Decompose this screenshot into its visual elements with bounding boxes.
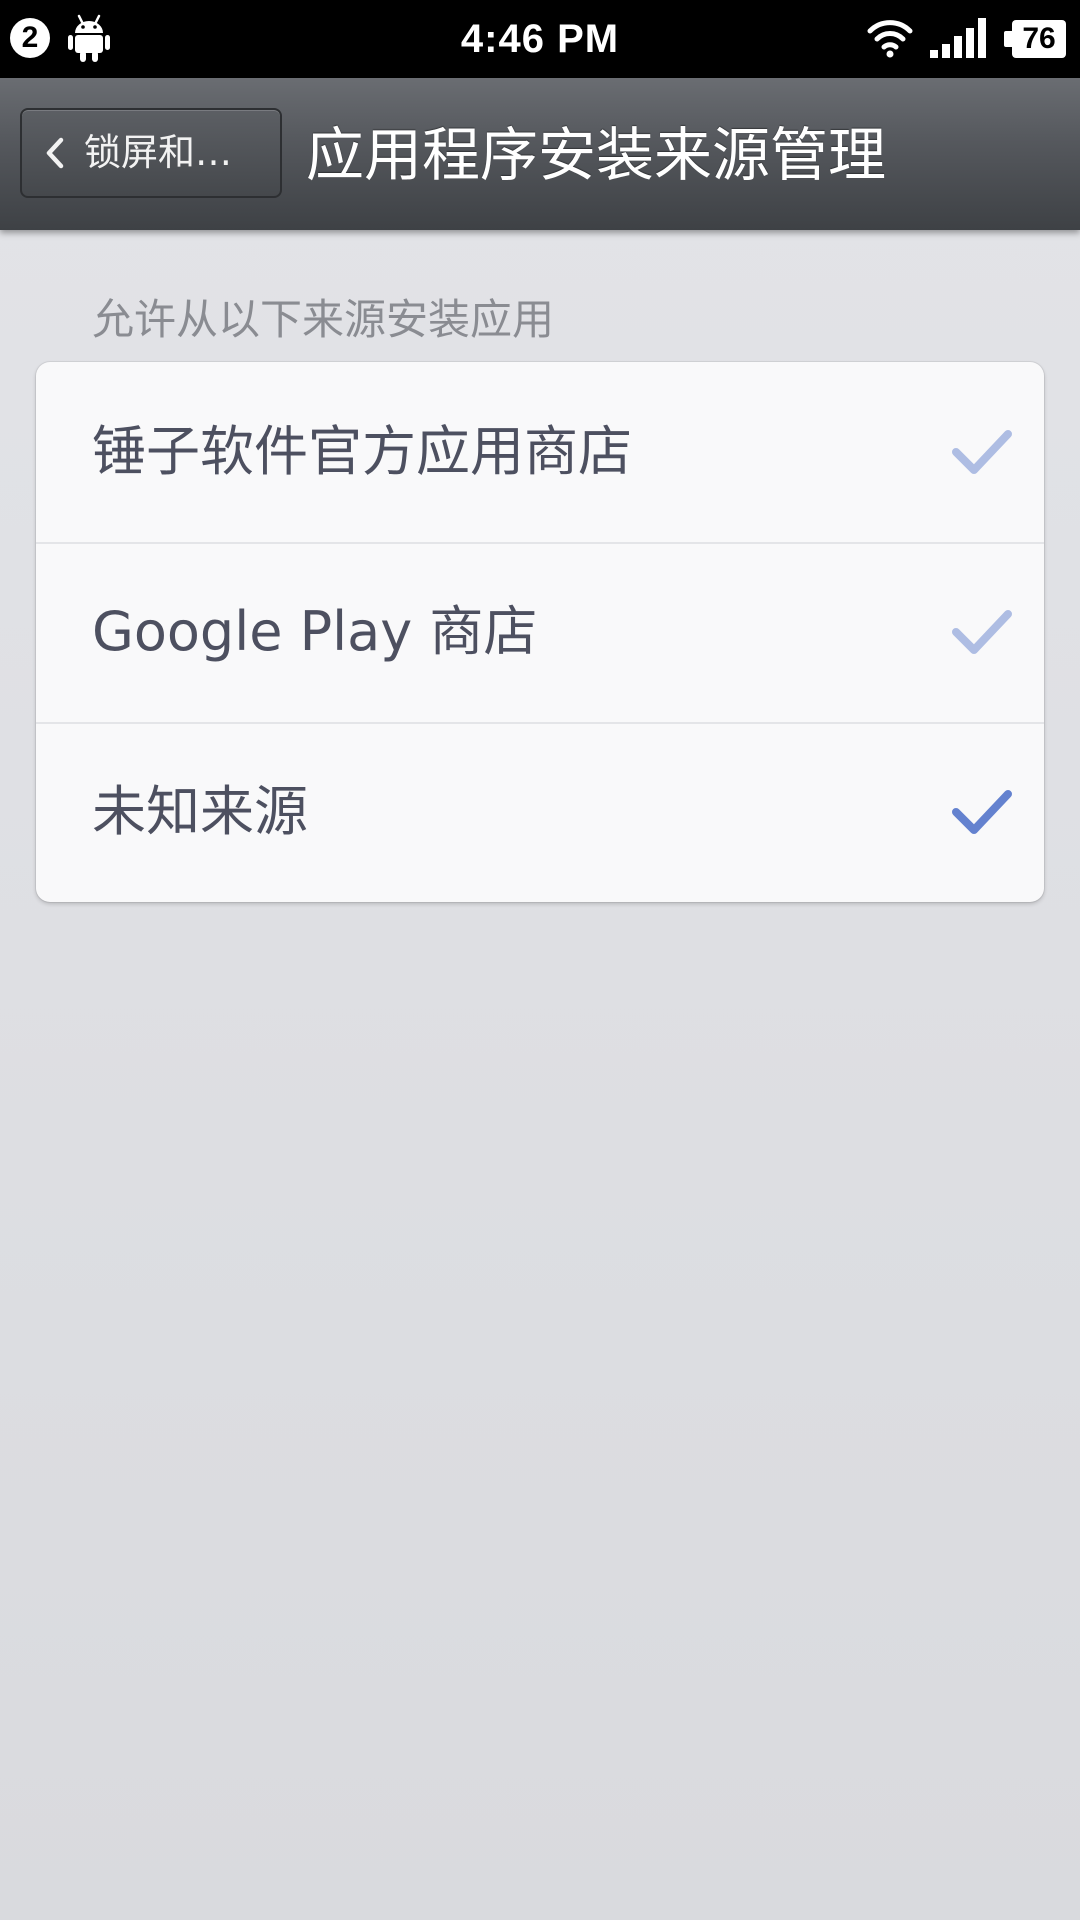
status-clock: 4:46 PM [460, 17, 620, 61]
list-item-google-play[interactable]: Google Play 商店 [36, 542, 1044, 722]
signal-icon [930, 18, 986, 58]
list-item-unknown-sources[interactable]: 未知来源 [36, 722, 1044, 902]
page-title: 应用程序安装来源管理 [306, 121, 887, 189]
battery-level: 76 [1012, 20, 1066, 58]
chevron-left-icon [46, 137, 64, 169]
list-item-label: Google Play 商店 [92, 600, 538, 663]
check-icon [952, 790, 1012, 834]
list-item-label: 锤子软件官方应用商店 [92, 420, 632, 483]
battery-icon: 76 [1004, 20, 1066, 58]
title-bar: 锁屏和… 应用程序安装来源管理 [0, 78, 1080, 230]
section-header: 允许从以下来源安装应用 [92, 295, 555, 344]
source-list: 锤子软件官方应用商店 Google Play 商店 未知来源 [36, 362, 1044, 902]
check-icon [952, 430, 1012, 474]
wifi-icon [867, 20, 913, 58]
check-icon [952, 610, 1012, 654]
list-item-label: 未知来源 [92, 780, 308, 843]
back-button-label: 锁屏和… [84, 131, 232, 174]
status-bar: 2 4:46 PM 76 [0, 0, 1080, 78]
list-item-official-store[interactable]: 锤子软件官方应用商店 [36, 362, 1044, 542]
back-button[interactable]: 锁屏和… [20, 108, 282, 198]
